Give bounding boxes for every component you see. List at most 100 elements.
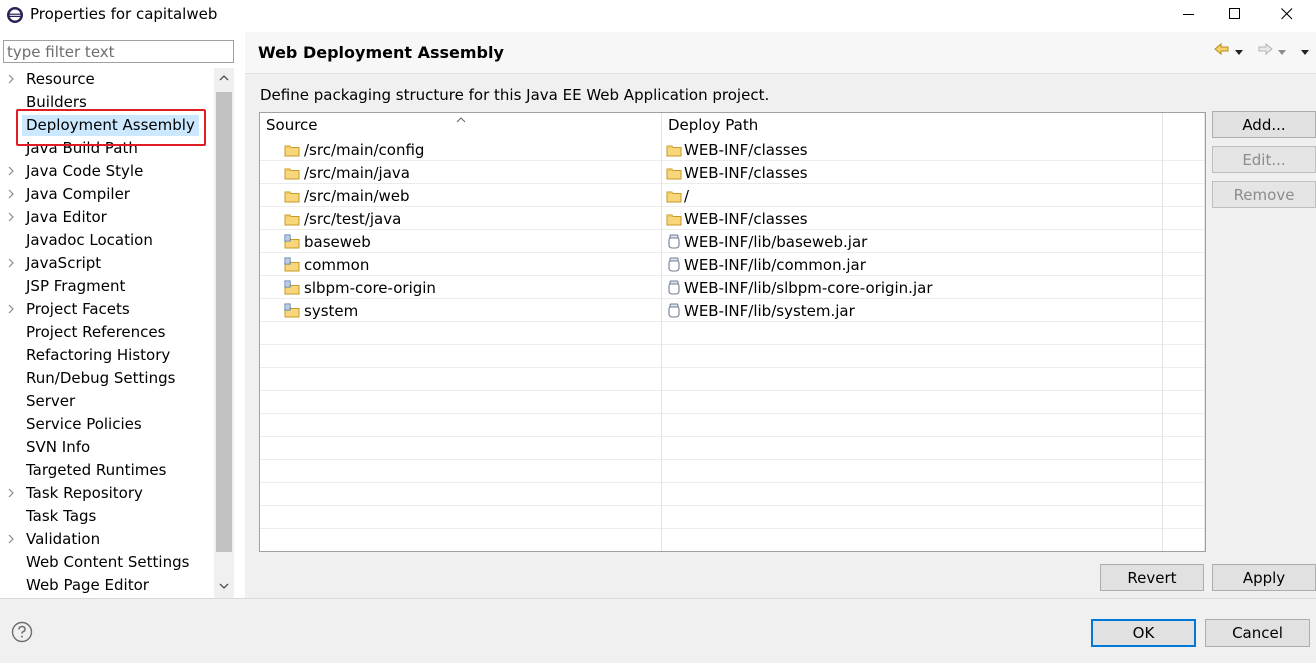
tree-item[interactable]: Run/Debug Settings: [0, 367, 214, 390]
expand-chevron-icon[interactable]: [8, 486, 20, 500]
page-title: Web Deployment Assembly: [258, 43, 504, 62]
source-cell: /src/main/java: [260, 161, 662, 184]
tree-item[interactable]: Task Tags: [0, 505, 214, 528]
filter-field[interactable]: [3, 40, 234, 63]
table-row[interactable]: /src/main/web /: [260, 184, 1205, 207]
tree-item[interactable]: Web Page Editor: [0, 574, 214, 597]
source-text: baseweb: [304, 232, 371, 251]
column-header-source[interactable]: Source: [260, 113, 662, 138]
expand-chevron-icon[interactable]: [8, 164, 20, 178]
minimize-button[interactable]: [1166, 0, 1212, 30]
scroll-up-icon[interactable]: [214, 68, 234, 88]
expand-chevron-icon[interactable]: [8, 210, 20, 224]
apply-button[interactable]: Apply: [1212, 564, 1316, 591]
jar-icon: [666, 257, 682, 273]
filter-input[interactable]: [4, 41, 233, 62]
remove-button[interactable]: Remove: [1212, 181, 1316, 208]
deploy-path-cell: WEB-INF/lib/slbpm-core-origin.jar: [662, 276, 1163, 299]
page-menu-button[interactable]: [1301, 42, 1309, 60]
table-row[interactable]: /src/main/config WEB-INF/classes: [260, 138, 1205, 161]
tree-item[interactable]: Service Policies: [0, 413, 214, 436]
tree-item[interactable]: Deployment Assembly: [0, 114, 214, 137]
ok-button[interactable]: OK: [1091, 619, 1196, 647]
table-row[interactable]: baseweb WEB-INF/lib/baseweb.jar: [260, 230, 1205, 253]
tree-item[interactable]: Resource: [0, 68, 214, 91]
tree-item[interactable]: JSP Fragment: [0, 275, 214, 298]
tree-item[interactable]: Targeted Runtimes: [0, 459, 214, 482]
source-cell: common: [260, 253, 662, 276]
expand-chevron-icon[interactable]: [8, 302, 20, 316]
tree-item-label: Project References: [26, 323, 166, 341]
table-row[interactable]: slbpm-core-origin WEB-INF/lib/slbpm-core-…: [260, 276, 1205, 299]
forward-arrow-icon: [1257, 42, 1273, 60]
table-row[interactable]: common WEB-INF/lib/common.jar: [260, 253, 1205, 276]
tree-item[interactable]: Server: [0, 390, 214, 413]
expand-chevron-icon[interactable]: [8, 72, 20, 86]
empty-table-row: [260, 322, 1205, 345]
scroll-down-icon[interactable]: [214, 576, 234, 596]
cancel-button[interactable]: Cancel: [1205, 619, 1310, 647]
deploy-path-cell: WEB-INF/lib/system.jar: [662, 299, 1163, 322]
tree-item[interactable]: SVN Info: [0, 436, 214, 459]
column-header-deploy-path[interactable]: Deploy Path: [662, 113, 1163, 138]
tree-item[interactable]: Web Content Settings: [0, 551, 214, 574]
revert-button[interactable]: Revert: [1100, 564, 1204, 591]
tree-item[interactable]: Refactoring History: [0, 344, 214, 367]
tree-scrollbar[interactable]: [214, 68, 234, 598]
tree-item-label: Project Facets: [26, 300, 130, 318]
source-cell: [260, 345, 662, 368]
expand-chevron-icon[interactable]: [8, 256, 20, 270]
tree-item[interactable]: Builders: [0, 91, 214, 114]
source-text: common: [304, 255, 370, 274]
tree-item-label: Run/Debug Settings: [26, 369, 176, 387]
back-button[interactable]: [1214, 42, 1243, 60]
source-text: /src/main/config: [304, 140, 425, 159]
maximize-button[interactable]: [1212, 0, 1258, 30]
tree-item[interactable]: Java Compiler: [0, 183, 214, 206]
help-icon[interactable]: [11, 621, 33, 643]
expand-chevron-icon[interactable]: [8, 187, 20, 201]
properties-page: Web Deployment Assembly Define packaging…: [245, 32, 1316, 598]
deploy-path-cell: [662, 483, 1163, 506]
tree-item[interactable]: Project References: [0, 321, 214, 344]
filler-cell: [1163, 207, 1205, 230]
sort-ascending-icon: [456, 113, 466, 132]
tree-item-label: Javadoc Location: [26, 231, 153, 249]
edit-button[interactable]: Edit...: [1212, 146, 1316, 173]
tree-item[interactable]: Java Editor: [0, 206, 214, 229]
tree-item[interactable]: Project Facets: [0, 298, 214, 321]
assembly-table[interactable]: Source Deploy Path /src/main/config WEB-I…: [259, 112, 1206, 552]
tree-item[interactable]: Task Repository: [0, 482, 214, 505]
tree-item[interactable]: Validation: [0, 528, 214, 551]
tree-item[interactable]: Javadoc Location: [0, 229, 214, 252]
deploy-path-cell: WEB-INF/lib/common.jar: [662, 253, 1163, 276]
tree-item-label: Server: [26, 392, 76, 410]
empty-table-row: [260, 506, 1205, 529]
source-cell: [260, 322, 662, 345]
source-text: /src/main/web: [304, 186, 410, 205]
tree-item-label: Deployment Assembly: [22, 115, 199, 136]
scrollbar-thumb[interactable]: [216, 92, 232, 552]
chevron-down-icon: [1301, 43, 1309, 59]
add-button[interactable]: Add...: [1212, 111, 1316, 138]
table-row[interactable]: /src/test/java WEB-INF/classes: [260, 207, 1205, 230]
deploy-path-text: WEB-INF/classes: [684, 209, 808, 228]
table-row[interactable]: system WEB-INF/lib/system.jar: [260, 299, 1205, 322]
forward-button: [1257, 42, 1286, 60]
deploy-path-cell: WEB-INF/classes: [662, 207, 1163, 230]
page-description: Define packaging structure for this Java…: [260, 86, 770, 104]
tree-item-label: Builders: [26, 93, 87, 111]
table-row[interactable]: /src/main/java WEB-INF/classes: [260, 161, 1205, 184]
filler-cell: [1163, 483, 1205, 506]
project-icon: [284, 257, 300, 273]
expand-chevron-icon[interactable]: [8, 532, 20, 546]
folder-icon: [666, 211, 682, 227]
deploy-path-text: /: [684, 186, 690, 205]
tree-item[interactable]: JavaScript: [0, 252, 214, 275]
deploy-path-cell: [662, 345, 1163, 368]
tree-item[interactable]: Java Build Path: [0, 137, 214, 160]
close-button[interactable]: [1264, 0, 1310, 30]
filler-cell: [1163, 345, 1205, 368]
close-icon: [1281, 6, 1293, 24]
tree-item[interactable]: Java Code Style: [0, 160, 214, 183]
